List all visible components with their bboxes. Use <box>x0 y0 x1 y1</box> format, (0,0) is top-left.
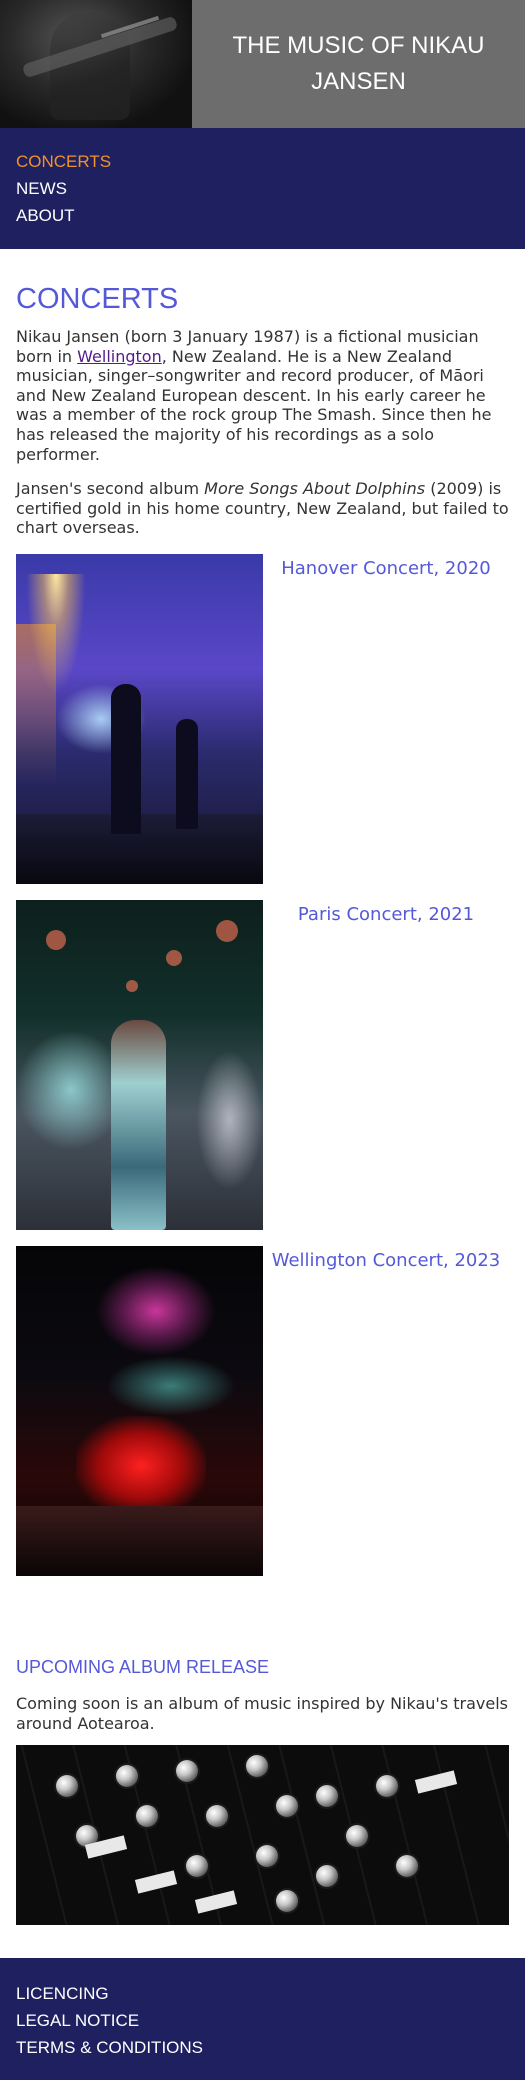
intro-paragraph: Nikau Jansen (born 3 January 1987) is a … <box>16 327 492 464</box>
concert-item-wellington: Wellington Concert, 2023 <box>16 1245 509 1576</box>
wellington-link[interactable]: Wellington <box>77 347 162 366</box>
nav-item-concerts[interactable]: CONCERTS <box>16 148 509 175</box>
concert-caption: Wellington Concert, 2023 <box>271 1249 501 1271</box>
concert-item-paris: Paris Concert, 2021 <box>16 899 509 1230</box>
album-title: More Songs About Dolphins <box>204 479 426 499</box>
upcoming-paragraph: Coming soon is an album of music inspire… <box>16 1693 508 1733</box>
nav-item-about[interactable]: ABOUT <box>16 202 509 229</box>
concert-caption: Paris Concert, 2021 <box>297 903 475 925</box>
footer-link-licencing[interactable]: LICENCING <box>16 1980 509 2007</box>
page-title: CONCERTS <box>16 283 179 315</box>
album-paragraph: Jansen's second album More Songs About D… <box>16 479 509 538</box>
site-footer: LICENCING LEGAL NOTICE TERMS & CONDITION… <box>0 1958 525 2080</box>
paris-concert-image <box>16 899 263 1230</box>
hanover-concert-image <box>16 553 263 884</box>
site-title: THE MUSIC OF NIKAU JANSEN <box>192 0 525 128</box>
main-content: CONCERTS Nikau Jansen (born 3 January 19… <box>16 249 509 1926</box>
header-guitarist-image <box>0 0 192 128</box>
concert-item-hanover: Hanover Concert, 2020 <box>16 553 509 884</box>
wellington-concert-image <box>16 1245 263 1576</box>
footer-link-terms[interactable]: TERMS & CONDITIONS <box>16 2034 509 2061</box>
upcoming-heading: UPCOMING ALBUM RELEASE <box>16 1656 270 1677</box>
nav-item-news[interactable]: NEWS <box>16 175 509 202</box>
mixer-image <box>16 1745 509 1926</box>
main-nav: CONCERTS NEWS ABOUT <box>0 128 525 249</box>
concert-caption: Hanover Concert, 2020 <box>281 557 491 579</box>
footer-link-legal-notice[interactable]: LEGAL NOTICE <box>16 2007 509 2034</box>
site-header: THE MUSIC OF NIKAU JANSEN <box>0 0 525 128</box>
